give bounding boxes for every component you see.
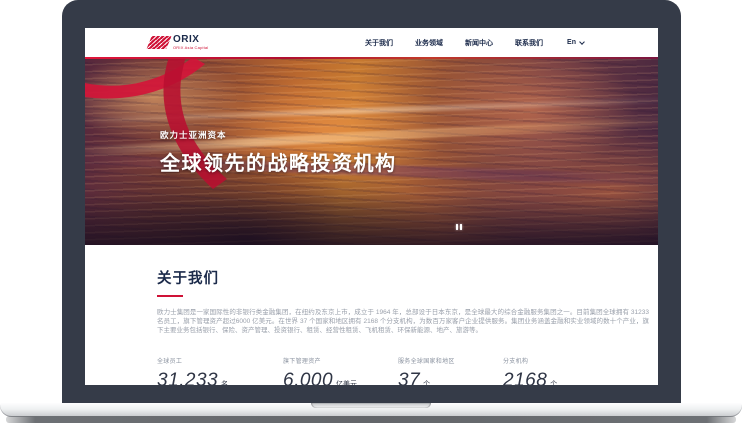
pause-icon [460,224,462,230]
nav-item-contact[interactable]: 联系我们 [515,38,543,48]
about-section: 关于我们 欧力士集团是一家国际性的非银行类金融集团，在纽约及东京上市，成立于 1… [85,245,658,385]
orix-logo-icon [146,36,171,49]
stat-unit: 个 [550,379,557,385]
stat-value: 37 [398,370,420,385]
pause-icon [456,224,458,230]
nav-item-news[interactable]: 新闻中心 [465,38,493,48]
stat-value: 31,233 [157,370,218,385]
logo-name: ORIX [173,35,208,45]
hero-kicker: 欧力士亚洲资本 [160,129,397,141]
stat-label: 旗下管理资产 [283,356,398,365]
stat-value: 2168 [503,370,547,385]
hero-pause-button[interactable] [453,222,465,232]
logo-tagline: ORIX Asia Capital [173,46,208,50]
orix-logo[interactable]: ORIX ORIX Asia Capital [149,35,208,51]
laptop-bezel: ORIX ORIX Asia Capital 关于我们 业务领域 新闻中心 联系… [62,0,681,404]
stat-unit: 个 [423,379,430,385]
hero-copy: 欧力士亚洲资本 全球领先的战略投资机构 [160,129,397,176]
site-header: ORIX ORIX Asia Capital 关于我们 业务领域 新闻中心 联系… [85,28,658,57]
stat-label: 分支机构 [503,356,633,365]
stat-assets: 旗下管理资产 6,000 亿美元 [283,356,398,385]
laptop-base [0,403,742,417]
language-label: En [567,39,576,46]
hero-banner: 欧力士亚洲资本 全球领先的战略投资机构 [85,57,658,245]
about-heading: 关于我们 [157,267,646,288]
stat-value: 6,000 [283,370,333,385]
page: ORIX ORIX Asia Capital 关于我们 业务领域 新闻中心 联系… [0,0,742,429]
stat-unit: 名 [221,379,228,385]
stat-value-row: 37 个 [398,370,503,385]
stat-label: 服务全球国家和地区 [398,356,503,365]
stat-countries: 服务全球国家和地区 37 个 [398,356,503,385]
stat-branches: 分支机构 2168 个 [503,356,633,385]
stat-employees: 全球员工 31,233 名 [157,356,283,385]
stat-value-row: 6,000 亿美元 [283,370,398,385]
stat-label: 全球员工 [157,356,283,365]
laptop-screen: ORIX ORIX Asia Capital 关于我们 业务领域 新闻中心 联系… [85,28,658,385]
nav-item-about[interactable]: 关于我们 [365,38,393,48]
heading-divider [157,295,183,297]
nav-item-business[interactable]: 业务领域 [415,38,443,48]
laptop-shadow [6,416,736,423]
hero-accent-line [85,57,658,59]
language-switcher[interactable]: En [567,39,584,46]
stat-value-row: 2168 个 [503,370,633,385]
stat-unit: 亿美元 [336,379,357,385]
main-nav: 关于我们 业务领域 新闻中心 联系我们 En [365,38,584,48]
stat-value-row: 31,233 名 [157,370,283,385]
laptop-base-notch [311,403,431,408]
hero-title: 全球领先的战略投资机构 [160,147,397,176]
stats-row: 全球员工 31,233 名 旗下管理资产 6,000 亿美元 [157,356,646,385]
about-paragraph: 欧力士集团是一家国际性的非银行类金融集团，在纽约及东京上市，成立于 1964 年… [157,308,649,336]
chevron-down-icon [579,39,585,45]
orix-logo-text: ORIX ORIX Asia Capital [173,35,208,51]
